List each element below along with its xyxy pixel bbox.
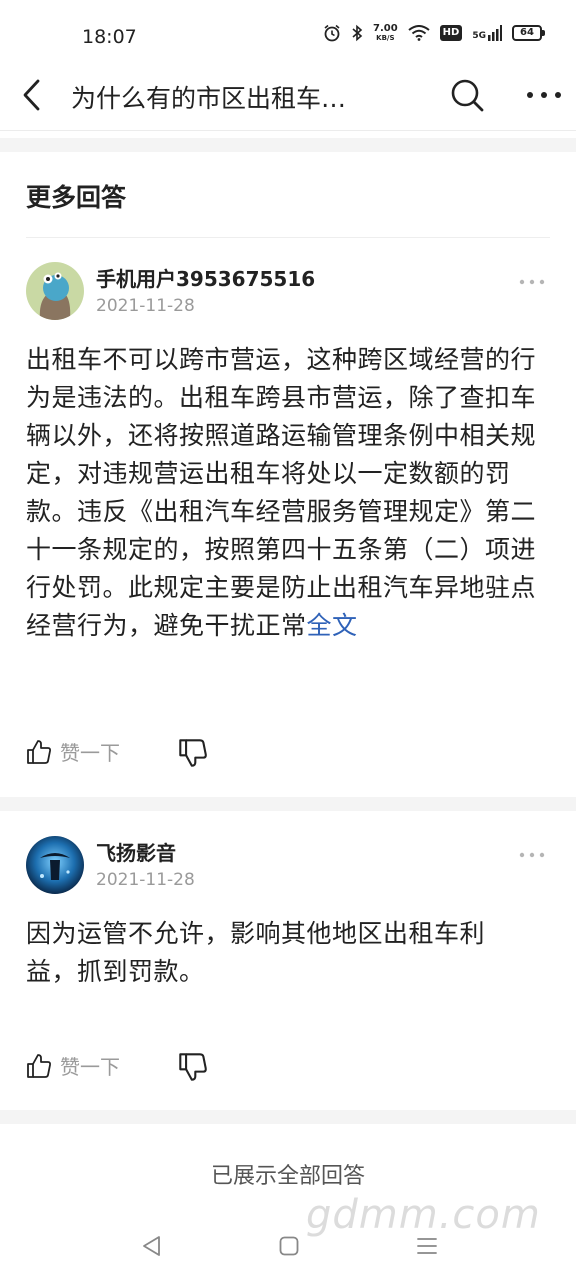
more-icon[interactable] <box>524 84 564 106</box>
status-time: 18:07 <box>82 26 137 48</box>
answer-text: 因为运管不允许，影响其他地区出租车利益，抓到罚款。 <box>26 919 486 986</box>
more-options-icon[interactable] <box>518 278 546 286</box>
top-nav-bar: 为什么有的市区出租车… <box>0 62 576 128</box>
hd-badge: HD <box>439 25 463 41</box>
header-divider <box>0 130 576 131</box>
bluetooth-icon <box>352 24 363 42</box>
network-speed: 7.00 KB/S <box>372 23 398 43</box>
read-more-link[interactable]: 全文 <box>307 611 358 640</box>
section-divider <box>26 237 550 238</box>
section-title: 更多回答 <box>26 183 127 212</box>
thumbs-up-icon <box>27 739 51 764</box>
thumbs-down-icon[interactable] <box>178 738 208 768</box>
avatar[interactable] <box>26 836 84 894</box>
like-label: 赞一下 <box>60 741 120 765</box>
answer-text: 出租车不可以跨市营运，这种跨区域经营的行为是违法的。出租车跨县市营运，除了查扣车… <box>26 345 537 640</box>
system-nav-bar <box>0 1222 576 1280</box>
status-icons: 7.00 KB/S HD 5G 64 <box>323 23 545 43</box>
like-button[interactable]: 赞一下 <box>26 1051 120 1080</box>
battery-icon: 64 <box>512 25 545 41</box>
signal-icon: 5G <box>472 25 502 41</box>
search-icon[interactable] <box>449 77 485 113</box>
answer-separator <box>0 1110 576 1124</box>
like-label: 赞一下 <box>60 1055 120 1079</box>
answer-date: 2021-11-28 <box>96 870 195 890</box>
triangle-back-icon[interactable] <box>140 1234 162 1258</box>
like-button[interactable]: 赞一下 <box>26 737 120 766</box>
section-separator <box>0 138 576 152</box>
more-options-icon[interactable] <box>518 851 546 859</box>
thumbs-up-icon <box>27 1053 51 1078</box>
menu-lines-icon[interactable] <box>416 1234 438 1258</box>
wifi-icon <box>408 25 430 41</box>
home-square-icon[interactable] <box>278 1234 300 1258</box>
user-name[interactable]: 飞扬影音 <box>96 837 176 866</box>
all-answers-shown-text: 已展示全部回答 <box>210 1164 365 1189</box>
alarm-icon <box>324 24 340 42</box>
page-title: 为什么有的市区出租车… <box>71 84 347 113</box>
answer-date: 2021-11-28 <box>96 296 195 316</box>
thumbs-down-icon[interactable] <box>178 1052 208 1082</box>
avatar[interactable] <box>26 262 84 320</box>
user-name[interactable]: 手机用户3953675516 <box>96 263 315 292</box>
status-bar: 18:07 7.00 KB/S HD 5G 64 <box>0 0 576 70</box>
chevron-left-icon[interactable] <box>18 78 48 112</box>
answer-separator <box>0 797 576 811</box>
